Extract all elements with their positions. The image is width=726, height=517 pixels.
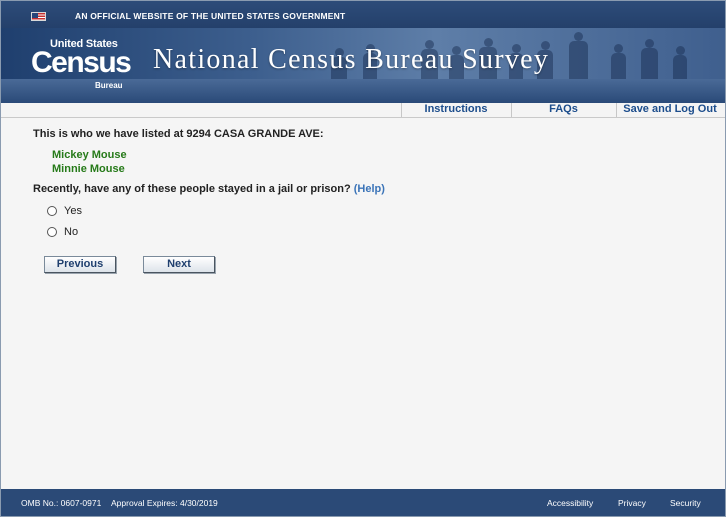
official-site-text: AN OFFICIAL WEBSITE OF THE UNITED STATES… bbox=[75, 11, 346, 21]
household-intro-text: This is who we have listed at 9294 CASA … bbox=[33, 128, 324, 140]
nav-instructions-link[interactable]: Instructions bbox=[401, 103, 511, 117]
person-name: Minnie Mouse bbox=[52, 163, 125, 175]
radio-no[interactable] bbox=[47, 227, 57, 237]
footer-security-link[interactable]: Security bbox=[670, 498, 701, 508]
help-link[interactable]: (Help) bbox=[354, 183, 385, 195]
next-button[interactable]: Next bbox=[143, 256, 215, 273]
question-text: Recently, have any of these people staye… bbox=[33, 183, 385, 195]
omb-number: OMB No.: 0607-0971 bbox=[21, 498, 102, 508]
census-bureau-logo[interactable]: United States Census Bureau bbox=[31, 38, 132, 93]
site-header: United States Census Bureau National Cen… bbox=[1, 28, 725, 103]
question-label: Recently, have any of these people staye… bbox=[33, 183, 351, 195]
footer-privacy-link[interactable]: Privacy bbox=[618, 498, 646, 508]
us-flag-icon bbox=[31, 12, 46, 21]
survey-window: AN OFFICIAL WEBSITE OF THE UNITED STATES… bbox=[0, 0, 726, 517]
option-no-label[interactable]: No bbox=[64, 226, 78, 238]
radio-yes[interactable] bbox=[47, 206, 57, 216]
nav-save-logout-link[interactable]: Save and Log Out bbox=[617, 103, 723, 117]
page-footer: OMB No.: 0607-0971 Approval Expires: 4/3… bbox=[1, 489, 725, 516]
option-yes-label[interactable]: Yes bbox=[64, 205, 82, 217]
utility-nav: Instructions FAQs Save and Log Out bbox=[1, 103, 725, 118]
footer-accessibility-link[interactable]: Accessibility bbox=[547, 498, 593, 508]
previous-button[interactable]: Previous bbox=[44, 256, 116, 273]
official-gov-banner: AN OFFICIAL WEBSITE OF THE UNITED STATES… bbox=[1, 1, 725, 28]
nav-faqs-link[interactable]: FAQs bbox=[511, 103, 616, 117]
site-title: National Census Bureau Survey bbox=[153, 44, 550, 75]
main-content: This is who we have listed at 9294 CASA … bbox=[1, 118, 725, 489]
person-name: Mickey Mouse bbox=[52, 149, 127, 161]
approval-expires: Approval Expires: 4/30/2019 bbox=[111, 498, 218, 508]
